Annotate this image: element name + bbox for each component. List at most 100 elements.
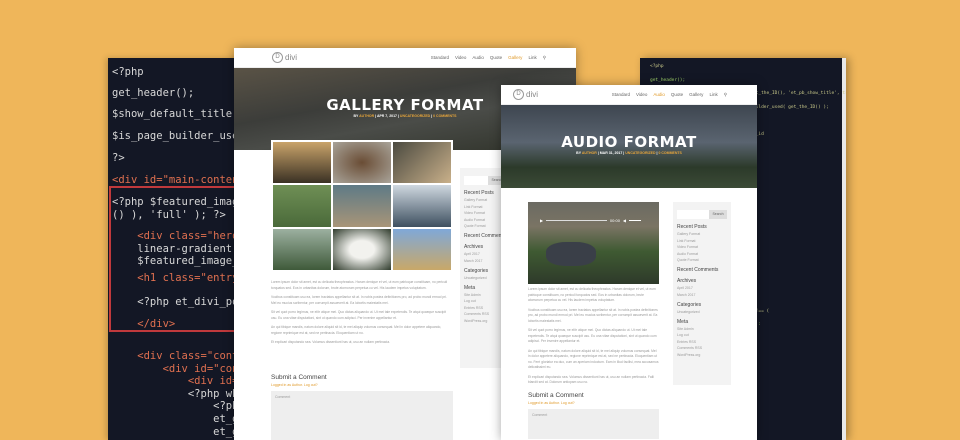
meta-category[interactable]: UNCATEGORIZED bbox=[625, 151, 655, 155]
nav-item-quote[interactable]: Quote bbox=[490, 55, 502, 61]
code-line: <?php bbox=[112, 66, 144, 78]
widget-link[interactable]: April 2017 bbox=[464, 252, 506, 256]
main-nav: Standard Video Audio Quote Gallery Link ⚲ bbox=[431, 55, 546, 61]
widget-link[interactable]: March 2017 bbox=[677, 293, 727, 297]
paragraph: Vocibus constituam usu ea, lorem tractat… bbox=[271, 295, 447, 305]
widget-title: Archives bbox=[677, 278, 697, 284]
widget-link[interactable]: Uncategorized bbox=[464, 276, 506, 280]
widget-link[interactable]: Video Format bbox=[464, 211, 506, 215]
play-icon[interactable]: ▶ bbox=[540, 218, 543, 223]
gallery-image[interactable] bbox=[273, 185, 331, 227]
nav-item-audio[interactable]: Audio bbox=[472, 55, 484, 61]
widget-link[interactable]: Link Format bbox=[464, 205, 506, 209]
main-nav: Standard Video Audio Quote Gallery Link ⚲ bbox=[612, 92, 727, 98]
code-line: <div class="hero-s bbox=[112, 230, 248, 242]
widget-title: Meta bbox=[677, 318, 689, 325]
nav-item-video[interactable]: Video bbox=[636, 92, 647, 98]
comment-section: Submit a Comment Logged in as Author. Lo… bbox=[271, 374, 453, 440]
widget-link[interactable]: Log out bbox=[464, 299, 506, 303]
nav-item-video[interactable]: Video bbox=[455, 55, 466, 61]
widget-link[interactable]: WordPress.org bbox=[464, 319, 506, 323]
widget-link[interactable]: Site Admin bbox=[677, 327, 727, 331]
comment-title: Submit a Comment bbox=[528, 392, 584, 399]
code-line: <div id="conte bbox=[112, 363, 248, 375]
gallery-image[interactable] bbox=[273, 142, 331, 184]
widget-link[interactable]: Entries RSS bbox=[464, 306, 506, 310]
paragraph: Et explicari disputando sea. Volumus dis… bbox=[271, 340, 390, 344]
scrollbar[interactable] bbox=[842, 58, 846, 440]
meta-date: APR 7, 2017 bbox=[376, 114, 397, 118]
post-meta: BY AUTHOR | MAR 31, 2017 | UNCATEGORIZED… bbox=[576, 151, 682, 155]
code-line: <div id="l bbox=[112, 375, 248, 387]
paragraph: Lorem ipsum dolor sit amet, est cu delic… bbox=[528, 287, 656, 302]
volume-slider[interactable] bbox=[629, 219, 641, 222]
code-line: get_header(); bbox=[112, 87, 195, 99]
nav-item-standard[interactable]: Standard bbox=[431, 55, 449, 61]
code-line: <?php et_divi_post bbox=[112, 296, 248, 308]
paragraph: An qui tibique mandis, natum dolore aliq… bbox=[528, 348, 659, 370]
nav-item-gallery[interactable]: Gallery bbox=[689, 92, 703, 98]
code-line: ?> bbox=[112, 152, 125, 164]
paragraph: An qui tibique mandis, natum dolore aliq… bbox=[271, 325, 442, 335]
meta-author[interactable]: AUTHOR bbox=[359, 114, 374, 118]
gallery-image[interactable] bbox=[393, 185, 451, 227]
widget-link[interactable]: Quote Format bbox=[677, 258, 727, 262]
search-button[interactable]: Search bbox=[709, 210, 727, 219]
widget-link[interactable]: Gallery Format bbox=[677, 232, 727, 236]
meta-comments[interactable]: 0 COMMENTS bbox=[658, 151, 681, 155]
meta-category[interactable]: UNCATEGORIZED bbox=[400, 114, 430, 118]
gallery-image[interactable] bbox=[273, 228, 331, 270]
widget-link[interactable]: Audio Format bbox=[464, 218, 506, 222]
meta-comments[interactable]: 0 COMMENTS bbox=[433, 114, 456, 118]
widget-link[interactable]: Site Admin bbox=[464, 293, 506, 297]
logged-in-link[interactable]: Logged in as Author. Log out? bbox=[528, 401, 659, 405]
nav-item-link[interactable]: Link bbox=[709, 92, 717, 98]
nav-item-quote[interactable]: Quote bbox=[671, 92, 683, 98]
widget-title: Recent Posts bbox=[677, 224, 707, 230]
site-header: Ddivi Standard Video Audio Quote Gallery Link… bbox=[234, 48, 576, 68]
divi-logo[interactable]: Ddivi bbox=[272, 52, 297, 63]
gallery-image[interactable] bbox=[393, 142, 451, 184]
comment-textarea[interactable]: Comment bbox=[528, 409, 659, 439]
widget-link[interactable]: April 2017 bbox=[677, 286, 727, 290]
widget-link[interactable]: Comments RSS bbox=[464, 312, 506, 316]
nav-item-gallery[interactable]: Gallery bbox=[508, 55, 522, 61]
meta-by: BY bbox=[353, 114, 359, 118]
widget-link[interactable]: Link Format bbox=[677, 239, 727, 243]
widget-link[interactable]: Uncategorized bbox=[677, 310, 727, 314]
audio-progress-bar[interactable] bbox=[546, 219, 607, 222]
widget-link[interactable]: Comments RSS bbox=[677, 346, 727, 350]
volume-icon[interactable]: ◀ bbox=[623, 218, 626, 223]
widget-link[interactable]: March 2017 bbox=[464, 259, 506, 263]
widget-link[interactable]: Quote Format bbox=[464, 224, 506, 228]
meta-author[interactable]: AUTHOR bbox=[582, 151, 597, 155]
search-input[interactable] bbox=[464, 176, 488, 185]
nav-item-audio[interactable]: Audio bbox=[653, 92, 665, 98]
widget-link[interactable]: WordPress.org bbox=[677, 353, 727, 357]
widget-link[interactable]: Entries RSS bbox=[677, 340, 727, 344]
widget-link[interactable]: Audio Format bbox=[677, 252, 727, 256]
nav-item-standard[interactable]: Standard bbox=[612, 92, 630, 98]
code-line: $is_page_builder_used bbox=[112, 130, 245, 142]
code-line: get_header(); bbox=[650, 77, 686, 83]
widget-link[interactable]: Gallery Format bbox=[464, 198, 506, 202]
page-title: AUDIO FORMAT bbox=[561, 133, 697, 151]
audio-player: ▶ 00:00 ◀ bbox=[540, 218, 641, 223]
meta-date: MAR 31, 2017 bbox=[599, 151, 623, 155]
gallery-image[interactable] bbox=[333, 142, 391, 184]
divi-logo[interactable]: Ddivi bbox=[513, 89, 538, 100]
code-line: <h1 class="entry-t bbox=[112, 272, 248, 284]
gallery-image[interactable] bbox=[333, 185, 391, 227]
gallery-image[interactable] bbox=[393, 228, 451, 270]
gallery-image[interactable] bbox=[333, 228, 391, 270]
widget-link[interactable]: Log out bbox=[677, 333, 727, 337]
comment-textarea[interactable]: Comment bbox=[271, 391, 453, 440]
nav-item-link[interactable]: Link bbox=[528, 55, 536, 61]
search-icon[interactable]: ⚲ bbox=[724, 92, 727, 98]
search-input[interactable] bbox=[677, 210, 709, 219]
paragraph: Sit vel quot porro legimus, ne elitr uti… bbox=[271, 310, 446, 320]
paragraph: Et explicari disputando sea. Volumus dis… bbox=[528, 374, 654, 385]
widget-link[interactable]: Video Format bbox=[677, 245, 727, 249]
logged-in-link[interactable]: Logged in as Author. Log out? bbox=[271, 383, 453, 387]
search-icon[interactable]: ⚲ bbox=[543, 55, 546, 61]
